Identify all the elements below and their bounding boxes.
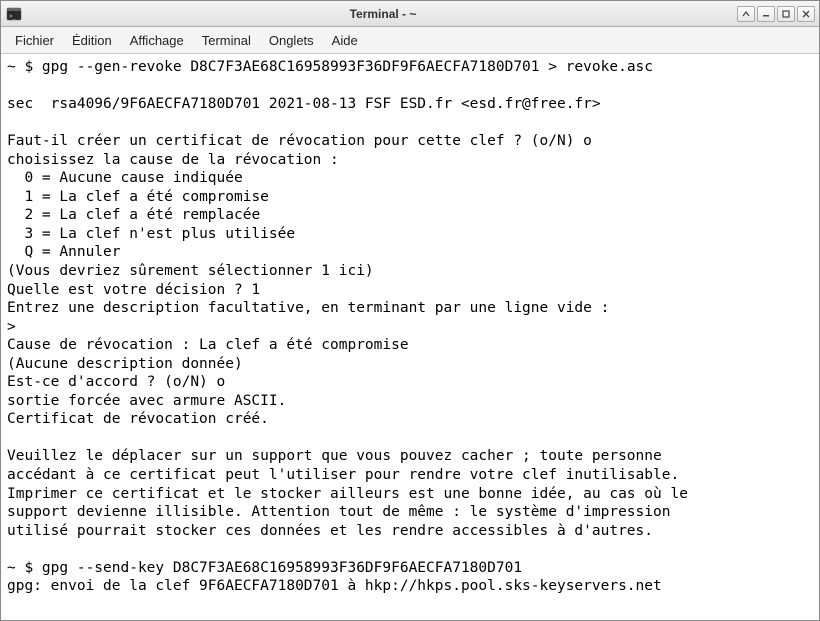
command-line: gpg --send-key D8C7F3AE68C16958993F36DF9… (42, 560, 522, 576)
output-line: Imprimer ce certificat et le stocker ail… (7, 486, 688, 502)
menu-terminal[interactable]: Terminal (194, 30, 259, 51)
menubar: Fichier Édition Affichage Terminal Ongle… (1, 27, 819, 54)
output-line: Quelle est votre décision ? 1 (7, 282, 260, 298)
output-line: gpg: envoi de la clef 9F6AECFA7180D701 à… (7, 578, 662, 594)
output-line: sortie forcée avec armure ASCII. (7, 393, 286, 409)
output-line: accédant à ce certificat peut l'utiliser… (7, 467, 679, 483)
output-line: 1 = La clef a été compromise (7, 189, 269, 205)
output-line: Cause de révocation : La clef a été comp… (7, 337, 409, 353)
menu-affichage[interactable]: Affichage (122, 30, 192, 51)
output-line: Entrez une description facultative, en t… (7, 300, 609, 316)
output-line: Est-ce d'accord ? (o/N) o (7, 374, 225, 390)
terminal-window: >_ Terminal - ~ Fichier Édition Affichag… (0, 0, 820, 621)
output-line: (Vous devriez sûrement sélectionner 1 ic… (7, 263, 374, 279)
menu-edition[interactable]: Édition (64, 30, 120, 51)
minimize-button[interactable] (757, 6, 775, 22)
output-line: choisissez la cause de la révocation : (7, 152, 339, 168)
output-line: Q = Annuler (7, 244, 121, 260)
output-line: Certificat de révocation créé. (7, 411, 269, 427)
terminal-icon: >_ (5, 5, 23, 23)
output-line: Veuillez le déplacer sur un support que … (7, 448, 662, 464)
window-controls (737, 6, 815, 22)
terminal-output[interactable]: ~ $ gpg --gen-revoke D8C7F3AE68C16958993… (1, 54, 819, 620)
output-line: 3 = La clef n'est plus utilisée (7, 226, 295, 242)
svg-text:>_: >_ (9, 13, 17, 20)
output-line: (Aucune description donnée) (7, 356, 243, 372)
output-line: Faut-il créer un certificat de révocatio… (7, 133, 592, 149)
menu-aide[interactable]: Aide (324, 30, 366, 51)
menu-fichier[interactable]: Fichier (7, 30, 62, 51)
titlebar: >_ Terminal - ~ (1, 1, 819, 27)
shell-prompt: ~ $ (7, 560, 42, 576)
maximize-button[interactable] (777, 6, 795, 22)
output-line: support devienne illisible. Attention to… (7, 504, 670, 520)
output-line: 2 = La clef a été remplacée (7, 207, 260, 223)
command-line: gpg --gen-revoke D8C7F3AE68C16958993F36D… (42, 59, 653, 75)
shell-prompt: ~ $ (7, 59, 42, 75)
output-line: utilisé pourrait stocker ces données et … (7, 523, 653, 539)
output-line: sec rsa4096/9F6AECFA7180D701 2021-08-13 … (7, 96, 601, 112)
output-line: 0 = Aucune cause indiquée (7, 170, 243, 186)
output-line: > (7, 319, 24, 335)
rollup-button[interactable] (737, 6, 755, 22)
menu-onglets[interactable]: Onglets (261, 30, 322, 51)
window-title: Terminal - ~ (29, 7, 737, 21)
close-button[interactable] (797, 6, 815, 22)
